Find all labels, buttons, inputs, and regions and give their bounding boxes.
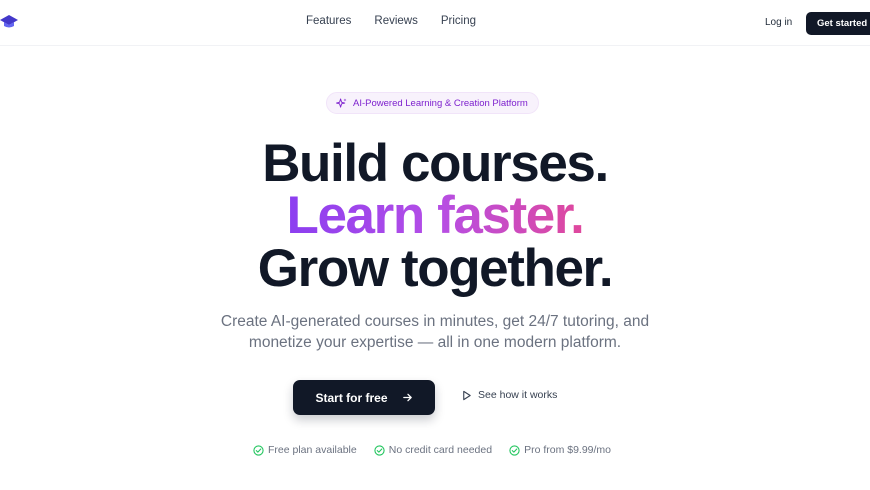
perk-item: No credit card needed: [374, 444, 492, 456]
top-navbar: Features Reviews Pricing Log in Get star…: [0, 0, 870, 46]
perk-text: No credit card needed: [388, 444, 493, 456]
perk-text: Pro from $9.99/mo: [524, 444, 612, 456]
see-how-it-works-label: See how it works: [478, 389, 558, 401]
get-started-label: Get started: [817, 18, 868, 29]
nav-link-pricing[interactable]: Pricing: [441, 15, 476, 27]
perk-text: Free plan available: [268, 444, 357, 456]
headline-gradient-text: Learn faster.: [286, 186, 584, 245]
hero-badge: AI-Powered Learning & Creation Platform: [326, 92, 539, 114]
perks-list: Free plan available No credit card neede…: [253, 444, 611, 456]
perk-item: Free plan available: [253, 444, 357, 456]
perk-item: Pro from $9.99/mo: [509, 444, 611, 456]
nav-link-features[interactable]: Features: [306, 15, 351, 27]
see-how-it-works-button[interactable]: See how it works: [461, 389, 557, 401]
login-link[interactable]: Log in: [765, 17, 792, 28]
check-circle-icon: [509, 444, 520, 456]
graduation-cap-icon[interactable]: [0, 14, 20, 30]
arrow-right-icon: [402, 392, 413, 403]
headline-line-2: Learn faster.: [0, 189, 870, 242]
headline-line-1: Build courses.: [262, 134, 609, 193]
check-circle-icon: [253, 444, 264, 456]
play-icon: [461, 390, 472, 401]
get-started-button[interactable]: Get started: [806, 12, 870, 35]
check-circle-icon: [374, 444, 385, 456]
subtitle-line-2: monetize your expertise — all in one mod…: [248, 334, 622, 351]
subtitle-line-1: Create AI-generated courses in minutes, …: [220, 313, 650, 330]
start-for-free-label: Start for free: [315, 390, 388, 405]
headline-line-3: Grow together.: [257, 239, 614, 298]
sparkles-icon: [336, 97, 347, 109]
hero-subtitle: Create AI-generated courses in minutes, …: [0, 311, 870, 353]
nav-links: Features Reviews Pricing: [306, 15, 476, 27]
start-for-free-button[interactable]: Start for free: [293, 380, 435, 415]
badge-text: AI-Powered Learning & Creation Platform: [353, 97, 528, 109]
nav-link-reviews[interactable]: Reviews: [374, 15, 417, 27]
